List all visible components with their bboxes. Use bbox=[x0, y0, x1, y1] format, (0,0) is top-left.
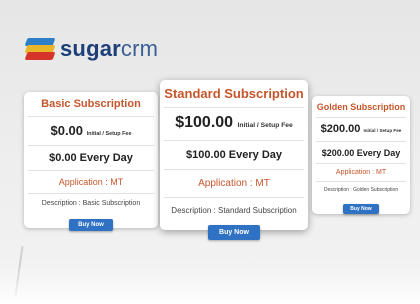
plan-title: Basic Subscription bbox=[41, 98, 141, 110]
divider bbox=[164, 169, 304, 170]
brand-name-light: crm bbox=[120, 36, 159, 61]
plan-daily-price: $200.00 Every Day bbox=[321, 148, 401, 158]
plan-price: $200.00 Initial / Setup Fee bbox=[312, 123, 410, 135]
plan-price-note: Initial / Setup Fee bbox=[237, 122, 293, 129]
divider bbox=[28, 145, 154, 146]
plan-daily-price: $100.00 Every Day bbox=[185, 149, 283, 161]
brand-name-bold: sugar bbox=[60, 36, 121, 61]
plan-card-basic: Basic Subscription $0.00 Initial / Setup… bbox=[24, 92, 158, 231]
plan-card-golden: Golden Subscription $200.00 Initial / Se… bbox=[312, 96, 410, 214]
plan-price-note: Initial / Setup Fee bbox=[363, 128, 402, 133]
plan-price-amount: $200.00 bbox=[320, 123, 361, 135]
plan-title: Golden Subscription bbox=[316, 102, 406, 112]
plan-description: Description : Golden Subscription bbox=[323, 187, 399, 193]
sugarcrm-cube-icon bbox=[24, 38, 56, 60]
screen-edge-line bbox=[14, 246, 24, 296]
divider bbox=[28, 193, 154, 194]
plan-application: Application : MT bbox=[58, 177, 124, 187]
pricing-screen: sugarcrm Basic Subscription $0.00 Initia… bbox=[0, 0, 420, 304]
divider bbox=[164, 197, 304, 198]
divider bbox=[316, 181, 406, 182]
plan-price: $100.00 Initial / Setup Fee bbox=[160, 114, 308, 132]
plan-card-standard: Standard Subscription $100.00 Initial / … bbox=[160, 80, 308, 240]
buy-now-button[interactable]: Buy Now bbox=[208, 225, 260, 240]
divider bbox=[316, 117, 406, 118]
sugarcrm-logo: sugarcrm bbox=[24, 36, 158, 62]
plan-application: Application : MT bbox=[198, 178, 270, 189]
divider bbox=[164, 140, 304, 141]
plan-title: Standard Subscription bbox=[164, 86, 304, 101]
plan-application: Application : MT bbox=[335, 169, 387, 176]
plan-description: Description : Standard Subscription bbox=[171, 206, 297, 215]
plan-price-amount: $0.00 bbox=[50, 123, 84, 138]
divider bbox=[28, 170, 154, 171]
plan-description: Description : Basic Subscription bbox=[41, 200, 141, 207]
plan-price: $0.00 Initial / Setup Fee bbox=[24, 123, 158, 138]
buy-now-button[interactable]: Buy Now bbox=[343, 204, 379, 214]
divider bbox=[164, 107, 304, 108]
divider bbox=[316, 163, 406, 164]
plan-price-note: Initial / Setup Fee bbox=[86, 131, 132, 137]
divider bbox=[28, 116, 154, 117]
divider bbox=[316, 141, 406, 142]
plan-daily-price: $0.00 Every Day bbox=[49, 152, 133, 164]
brand-name: sugarcrm bbox=[60, 36, 158, 62]
buy-now-button[interactable]: Buy Now bbox=[69, 219, 113, 231]
plan-price-amount: $100.00 bbox=[175, 114, 234, 131]
